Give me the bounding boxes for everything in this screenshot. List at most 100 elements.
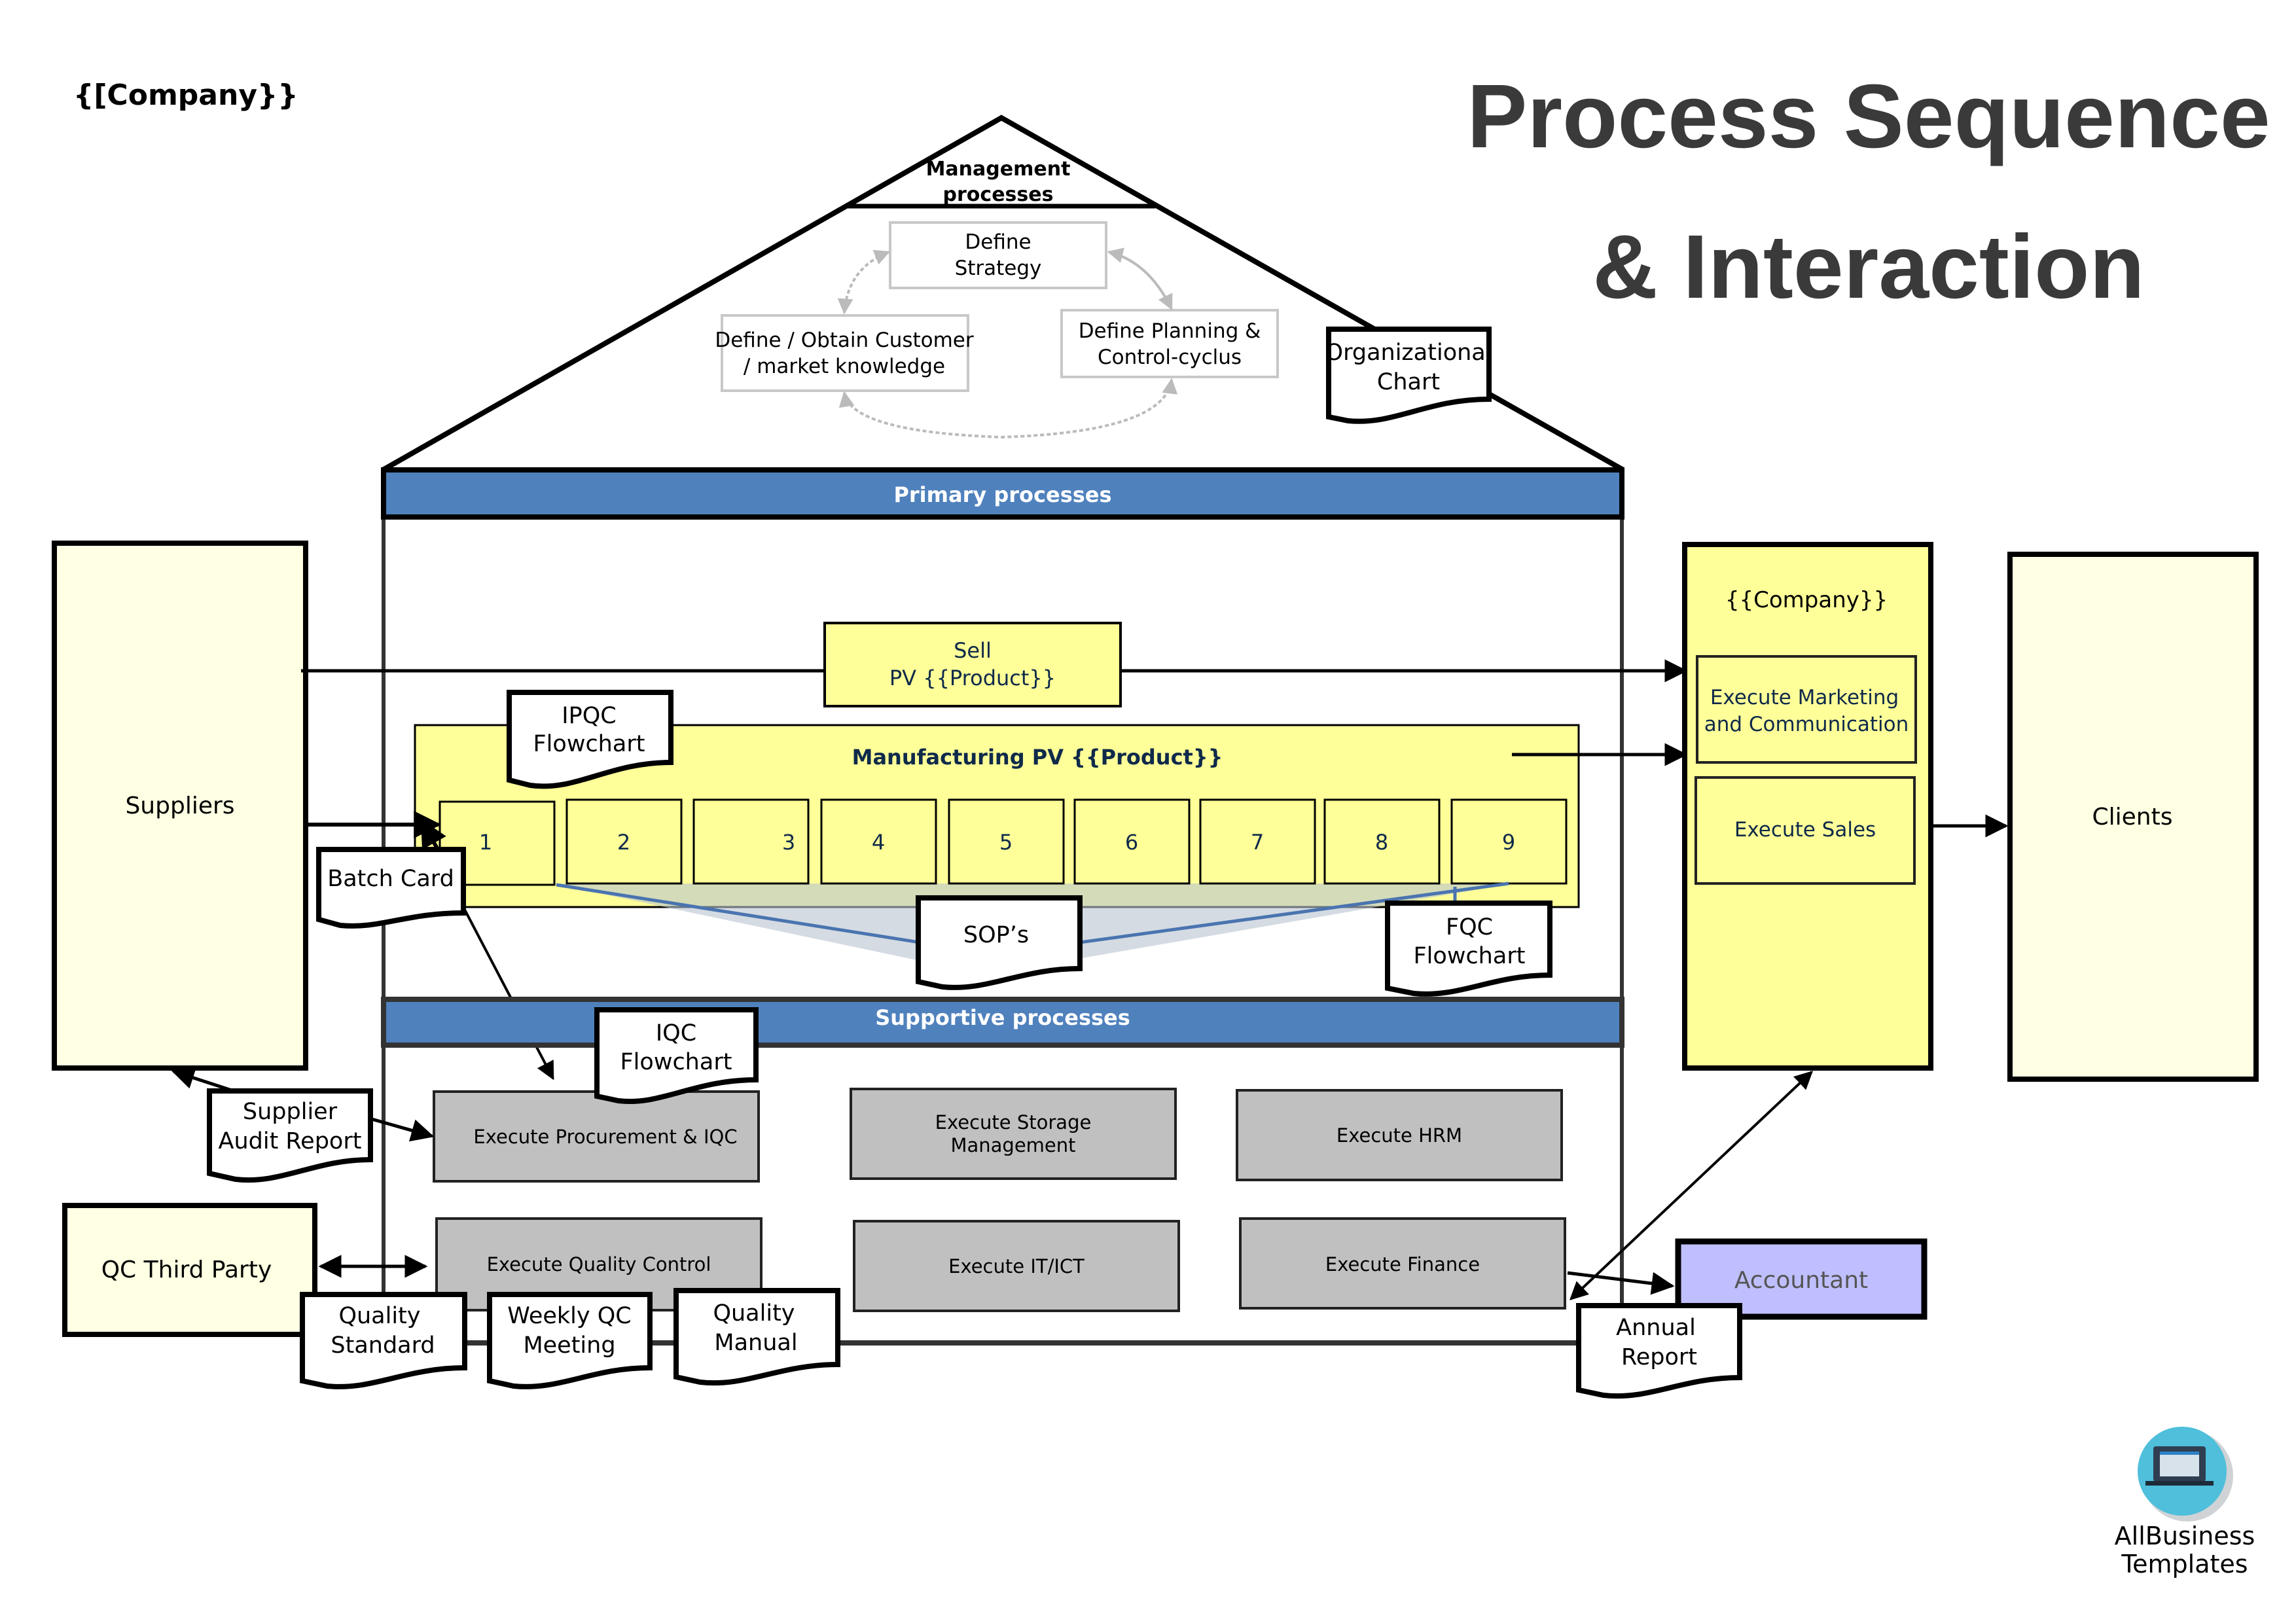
sell-label: Sell [954,638,992,663]
page-title-line2: & Interaction [1592,217,2144,317]
qc-third-party-box[interactable]: QC Third Party [62,1203,317,1337]
manufacturing-steps: 1 2 3 4 5 6 7 8 9 [439,798,1568,886]
step-number: 8 [1375,830,1388,855]
annual-report-document[interactable]: Annual Report [1576,1303,1742,1399]
weekly-qc-document[interactable]: Weekly QC Meeting [487,1292,653,1389]
process-diagram: {[Company}} Process Sequence & Interacti… [52,66,2270,1578]
manufacturing-step-6[interactable]: 6 [1073,798,1191,885]
step-number: 2 [617,830,630,855]
step-number: 9 [1502,830,1515,855]
define-planning-label-2: Control-cyclus [1098,346,1242,369]
step-number: 3 [782,830,795,855]
manufacturing-step-7[interactable]: 7 [1199,798,1316,885]
it-label: Execute IT/ICT [948,1255,1085,1277]
ipqc-label: IPQC [562,703,616,729]
execute-finance-box[interactable]: Execute Finance [1239,1217,1566,1310]
quality-manual-label-2: Manual [714,1330,797,1356]
define-customer-box[interactable]: Define / Obtain Customer / market knowle… [715,314,974,392]
primary-processes-label: Primary processes [893,482,1111,507]
sell-box[interactable]: Sell PV {{Product}} [823,622,1122,707]
org-chart-document[interactable]: Organizational Chart [1325,327,1492,424]
sops-label: SOP’s [963,922,1029,948]
org-chart-label: Organizational [1325,340,1492,366]
batch-card-label: Batch Card [327,866,454,892]
manufacturing-step-2[interactable]: 2 [565,798,683,885]
iqc-flowchart-document[interactable]: IQC Flowchart [594,1007,759,1104]
weekly-qc-label: Weekly QC [507,1303,631,1329]
qc-third-party-label: QC Third Party [101,1257,272,1283]
company-tag: {[Company}} [73,79,298,112]
iqc-label: IQC [656,1020,696,1046]
define-customer-label-2: / market knowledge [744,355,945,378]
quality-manual-document[interactable]: Quality Manual [673,1288,840,1386]
marketing-label: Execute Marketing [1710,686,1899,709]
marketing-label-2: and Communication [1704,713,1909,736]
company-box-label: {{Company}} [1725,587,1888,613]
step-number: 4 [872,830,885,855]
storage-label: Execute Storage [935,1111,1092,1133]
org-chart-label-2: Chart [1377,369,1440,395]
fqc-label-2: Flowchart [1414,943,1526,969]
accountant-label: Accountant [1734,1267,1868,1294]
sales-label: Execute Sales [1734,818,1876,842]
manufacturing-step-3[interactable]: 3 [692,798,810,885]
quality-standard-label-2: Standard [331,1332,435,1359]
manufacturing-label: Manufacturing PV {{Product}} [852,745,1223,770]
quality-manual-label: Quality [713,1300,795,1327]
procurement-label: Execute Procurement & IQC [473,1126,737,1148]
fqc-label: FQC [1446,914,1493,940]
execute-sales-box[interactable]: Execute Sales [1695,776,1916,885]
management-label-2: processes [943,183,1054,206]
step-number: 5 [999,830,1013,855]
batch-card-to-procurement-line [463,909,554,1080]
execute-hrm-box[interactable]: Execute HRM [1236,1089,1563,1181]
hrm-label: Execute HRM [1336,1124,1462,1147]
allbusiness-logo[interactable]: AllBusiness Templates [2115,1427,2255,1578]
weekly-qc-label-2: Meeting [523,1332,615,1359]
define-planning-label: Define Planning & [1079,319,1261,343]
manufacturing-step-9[interactable]: 9 [1450,798,1568,885]
execute-it-box[interactable]: Execute IT/ICT [853,1220,1180,1312]
page-title-line1: Process Sequence [1467,66,2270,167]
define-customer-label: Define / Obtain Customer [715,329,974,352]
execute-procurement-box[interactable]: Execute Procurement & IQC [433,1090,760,1183]
clients-label: Clients [2092,804,2173,830]
define-planning-box[interactable]: Define Planning & Control-cyclus [1060,309,1279,378]
annual-report-label-2: Report [1621,1344,1697,1370]
sell-label-2: PV {{Product}} [889,666,1056,690]
finance-label: Execute Finance [1325,1253,1480,1275]
manufacturing-step-8[interactable]: 8 [1323,798,1441,885]
annual-report-label: Annual [1616,1315,1696,1341]
supplier-audit-label-2: Audit Report [219,1128,362,1154]
supplier-audit-document[interactable]: Supplier Audit Report [207,1088,373,1183]
execute-marketing-box[interactable]: Execute Marketing and Communication [1696,655,1917,764]
management-label: Management [926,158,1071,181]
clients-box[interactable]: Clients [2007,552,2259,1082]
define-strategy-label: Define [965,230,1031,254]
execute-storage-box[interactable]: Execute Storage Management [850,1088,1177,1180]
sops-document[interactable]: SOP’s [916,895,1083,990]
quality-control-label: Execute Quality Control [487,1253,711,1275]
quality-standard-document[interactable]: Quality Standard [300,1292,467,1389]
batch-card-document[interactable]: Batch Card [316,847,466,929]
laptop-icon [2145,1446,2214,1486]
step-number: 1 [479,830,492,855]
manufacturing-step-4[interactable]: 4 [820,798,937,885]
quality-standard-label: Quality [338,1303,420,1329]
iqc-label-2: Flowchart [620,1049,732,1075]
define-strategy-label-2: Strategy [955,257,1042,280]
ipqc-label-2: Flowchart [533,731,645,757]
logo-line1: AllBusiness [2115,1522,2255,1550]
step-number: 6 [1125,830,1138,855]
manufacturing-step-5[interactable]: 5 [948,798,1065,885]
logo-line2: Templates [2121,1550,2248,1578]
supportive-processes-label: Supportive processes [875,1005,1130,1030]
suppliers-box[interactable]: Suppliers [52,541,308,1071]
fqc-flowchart-document[interactable]: FQC Flowchart [1385,901,1552,997]
define-strategy-box[interactable]: Define Strategy [889,221,1107,289]
supplier-audit-label: Supplier [243,1099,338,1125]
suppliers-label: Suppliers [125,793,234,819]
storage-label-2: Management [950,1134,1075,1156]
audit-to-procurement-arrow [371,1117,435,1142]
step-number: 7 [1251,830,1264,855]
